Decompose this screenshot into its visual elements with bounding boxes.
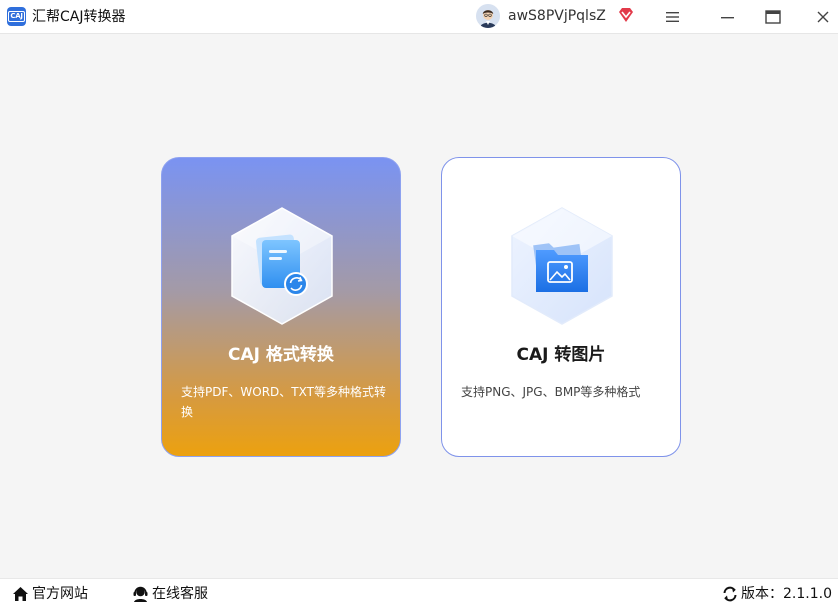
home-icon [13, 587, 28, 601]
maximize-icon [765, 10, 781, 24]
version-info[interactable]: 版本： 2.1.1.0 [722, 585, 832, 603]
document-convert-icon [226, 204, 338, 330]
title-bar: CAJ 汇帮CAJ转换器 awS8PVjPqlsZ [0, 0, 838, 34]
close-button[interactable] [810, 4, 836, 30]
version-number: 2.1.1.0 [783, 586, 832, 602]
menu-button[interactable] [660, 4, 686, 30]
headset-icon [133, 586, 148, 602]
status-bar: 官方网站 在线客服 版本： 2.1.1.0 [0, 578, 838, 603]
image-folder-icon [506, 204, 618, 330]
app-title: 汇帮CAJ转换器 [32, 9, 126, 25]
caj-format-convert-card[interactable]: CAJ 格式转换 支持PDF、WORD、TXT等多种格式转换 [161, 157, 401, 457]
caj-to-image-card[interactable]: CAJ 转图片 支持PNG、JPG、BMP等多种格式 [441, 157, 681, 457]
app-logo-icon: CAJ [7, 7, 26, 26]
online-support-label: 在线客服 [152, 586, 208, 602]
refresh-icon [723, 586, 737, 602]
avatar[interactable] [476, 4, 500, 28]
minimize-icon [721, 17, 734, 19]
card-description: 支持PNG、JPG、BMP等多种格式 [461, 385, 641, 399]
vip-diamond-icon[interactable] [617, 6, 635, 24]
close-icon [817, 11, 829, 23]
official-website-link[interactable]: 官方网站 [12, 585, 88, 603]
username[interactable]: awS8PVjPqlsZ [508, 6, 606, 26]
card-description: 支持PDF、WORD、TXT等多种格式转换 [181, 385, 386, 419]
maximize-button[interactable] [760, 4, 786, 30]
official-website-label: 官方网站 [32, 586, 88, 602]
card-title: CAJ 转图片 [516, 345, 606, 365]
online-support-link[interactable]: 在线客服 [132, 585, 208, 603]
menu-icon [666, 12, 679, 22]
version-label: 版本： [741, 586, 783, 602]
minimize-button[interactable] [715, 4, 741, 30]
card-title: CAJ 格式转换 [228, 345, 334, 365]
